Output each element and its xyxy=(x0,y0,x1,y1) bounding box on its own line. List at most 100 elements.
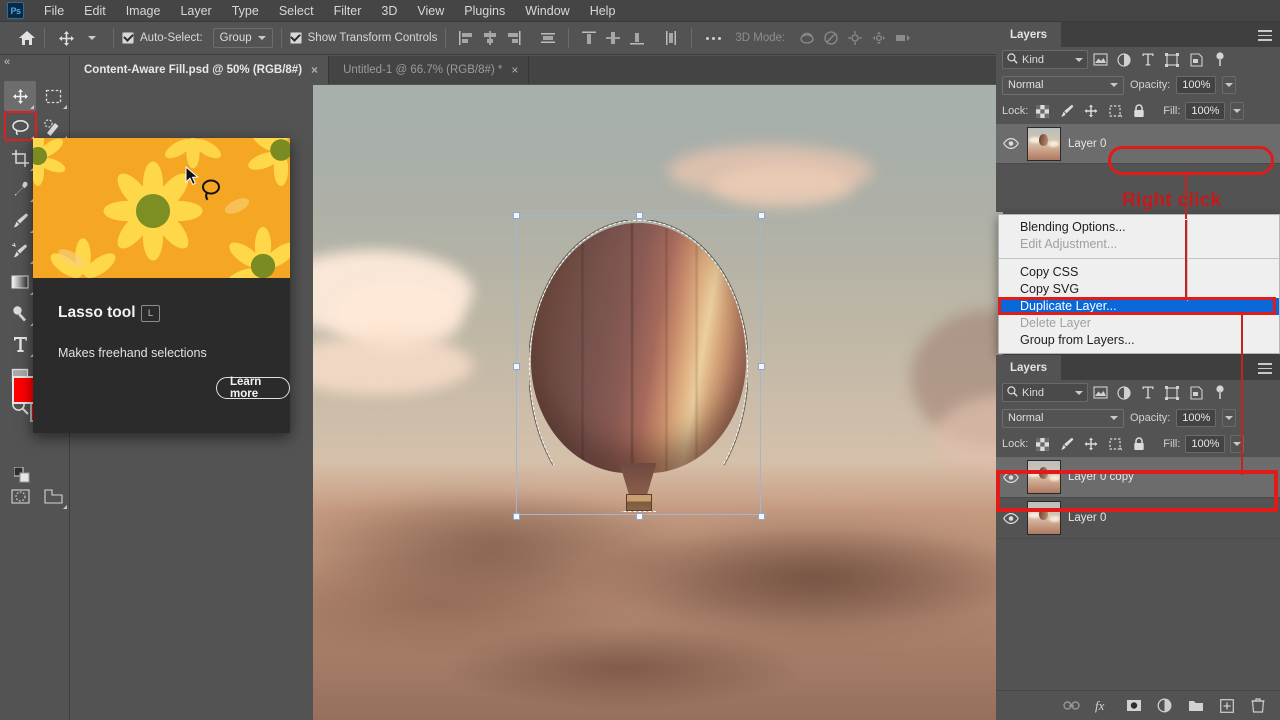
tab-layers[interactable]: Layers xyxy=(996,22,1062,47)
align-horizontal-centers-icon[interactable] xyxy=(478,27,502,49)
filter-smartobject-icon[interactable] xyxy=(1184,50,1208,70)
auto-select-scope-dropdown[interactable]: Group xyxy=(212,28,273,48)
move-tool[interactable] xyxy=(4,81,36,111)
transform-handle-bottom-left[interactable] xyxy=(513,513,520,520)
filter-toggle-icon[interactable] xyxy=(1208,383,1232,403)
move-tool-icon[interactable] xyxy=(53,27,79,49)
more-options-icon[interactable] xyxy=(706,36,722,40)
lasso-tool[interactable] xyxy=(4,112,36,142)
auto-select-checkbox[interactable] xyxy=(122,32,134,44)
eyedropper-tool[interactable] xyxy=(4,174,36,204)
new-adjustment-layer-icon[interactable] xyxy=(1156,697,1173,714)
menu-select[interactable]: Select xyxy=(269,0,324,22)
document-tab-untitled-1[interactable]: Untitled-1 @ 66.7% (RGB/8#) * × xyxy=(329,56,530,84)
filter-shape-icon[interactable] xyxy=(1160,50,1184,70)
menu-image[interactable]: Image xyxy=(116,0,171,22)
lock-artboard-icon[interactable] xyxy=(1105,102,1124,121)
tab-layers[interactable]: Layers xyxy=(996,355,1062,380)
table-row[interactable]: Layer 0 xyxy=(996,498,1280,539)
lock-image-icon[interactable] xyxy=(1057,435,1076,454)
add-layer-mask-icon[interactable] xyxy=(1125,697,1142,714)
panel-menu-icon[interactable] xyxy=(1258,30,1272,44)
transform-handle-bottom-right[interactable] xyxy=(758,513,765,520)
align-bottom-edges-icon[interactable] xyxy=(625,27,649,49)
transform-handle-bottom-center[interactable] xyxy=(636,513,643,520)
fill-input[interactable]: 100% xyxy=(1185,102,1226,120)
menu-edit[interactable]: Edit xyxy=(74,0,116,22)
menu-layer[interactable]: Layer xyxy=(170,0,221,22)
menu-type[interactable]: Type xyxy=(222,0,269,22)
dodge-tool[interactable] xyxy=(4,298,36,328)
layer-name[interactable]: Layer 0 copy xyxy=(1068,471,1134,483)
lock-all-icon[interactable] xyxy=(1129,102,1148,121)
fill-input[interactable]: 100% xyxy=(1185,435,1226,453)
menu-file[interactable]: File xyxy=(34,0,74,22)
layer-visibility-eye-icon[interactable] xyxy=(1002,509,1020,527)
type-tool[interactable] xyxy=(4,329,36,359)
lock-position-icon[interactable] xyxy=(1081,435,1100,454)
lock-all-icon[interactable] xyxy=(1129,435,1148,454)
menu-window[interactable]: Window xyxy=(515,0,579,22)
panel-menu-icon[interactable] xyxy=(1258,363,1272,377)
opacity-input[interactable]: 100% xyxy=(1176,409,1217,427)
layer-visibility-eye-icon[interactable] xyxy=(1002,135,1020,153)
context-menu-item-copy-css[interactable]: Copy CSS xyxy=(999,264,1279,281)
collapse-panel-icon[interactable]: « xyxy=(4,56,22,70)
opacity-stepper-chevron-icon[interactable] xyxy=(1222,409,1237,427)
rectangular-marquee-tool[interactable] xyxy=(37,81,69,111)
menu-view[interactable]: View xyxy=(407,0,454,22)
table-row[interactable]: Layer 0 xyxy=(996,124,1280,164)
lock-position-icon[interactable] xyxy=(1081,102,1100,121)
screen-mode-tool[interactable] xyxy=(37,481,69,511)
distribute-vertical-icon[interactable] xyxy=(659,27,683,49)
filter-pixel-icon[interactable] xyxy=(1088,383,1112,403)
transform-handle-middle-left[interactable] xyxy=(513,363,520,370)
layer-filter-kind-dropdown[interactable]: Kind xyxy=(1002,50,1088,69)
tool-preset-chevron-icon[interactable] xyxy=(79,27,105,49)
align-right-edges-icon[interactable] xyxy=(502,27,526,49)
delete-layer-icon[interactable] xyxy=(1249,697,1266,714)
transform-handle-middle-right[interactable] xyxy=(758,363,765,370)
opacity-stepper-chevron-icon[interactable] xyxy=(1222,76,1237,94)
layer-name[interactable]: Layer 0 xyxy=(1068,512,1106,524)
filter-type-icon[interactable] xyxy=(1136,50,1160,70)
blend-mode-dropdown[interactable]: Normal xyxy=(1002,75,1124,95)
layer-style-fx-icon[interactable]: fx xyxy=(1094,697,1111,714)
align-left-edges-icon[interactable] xyxy=(454,27,478,49)
crop-tool[interactable] xyxy=(4,143,36,173)
table-row[interactable]: Layer 0 copy xyxy=(996,457,1280,498)
filter-adjustment-icon[interactable] xyxy=(1112,50,1136,70)
close-icon[interactable]: × xyxy=(311,64,318,76)
home-icon[interactable] xyxy=(18,29,36,47)
lock-transparency-icon[interactable] xyxy=(1033,102,1052,121)
menu-help[interactable]: Help xyxy=(580,0,626,22)
distribute-horizontal-icon[interactable] xyxy=(536,27,560,49)
fill-stepper-chevron-icon[interactable] xyxy=(1230,435,1245,453)
layer-visibility-eye-icon[interactable] xyxy=(1002,468,1020,486)
context-menu-item-duplicate-layer[interactable]: Duplicate Layer... xyxy=(999,298,1279,315)
link-layers-icon[interactable] xyxy=(1063,697,1080,714)
hot-air-balloon-object[interactable] xyxy=(513,212,765,520)
layer-name[interactable]: Layer 0 xyxy=(1068,138,1106,150)
learn-more-button[interactable]: Learn more xyxy=(216,376,290,400)
transform-handle-top-left[interactable] xyxy=(513,212,520,219)
filter-type-icon[interactable] xyxy=(1136,383,1160,403)
menu-3d[interactable]: 3D xyxy=(371,0,407,22)
filter-toggle-icon[interactable] xyxy=(1208,50,1232,70)
menu-filter[interactable]: Filter xyxy=(324,0,372,22)
opacity-input[interactable]: 100% xyxy=(1176,76,1217,94)
transform-bounding-box[interactable] xyxy=(513,212,765,520)
new-group-icon[interactable] xyxy=(1187,697,1204,714)
lock-transparency-icon[interactable] xyxy=(1033,435,1052,454)
gradient-tool[interactable] xyxy=(4,267,36,297)
document-tab-content-aware-fill[interactable]: Content-Aware Fill.psd @ 50% (RGB/8#) × xyxy=(70,56,330,84)
align-vertical-centers-icon[interactable] xyxy=(601,27,625,49)
show-transform-controls-checkbox[interactable] xyxy=(289,32,302,44)
transform-handle-top-right[interactable] xyxy=(758,212,765,219)
context-menu-item-copy-svg[interactable]: Copy SVG xyxy=(999,281,1279,298)
filter-shape-icon[interactable] xyxy=(1160,383,1184,403)
menu-plugins[interactable]: Plugins xyxy=(454,0,515,22)
close-icon[interactable]: × xyxy=(511,64,518,76)
layer-filter-kind-dropdown[interactable]: Kind xyxy=(1002,383,1088,402)
lock-artboard-icon[interactable] xyxy=(1105,435,1124,454)
